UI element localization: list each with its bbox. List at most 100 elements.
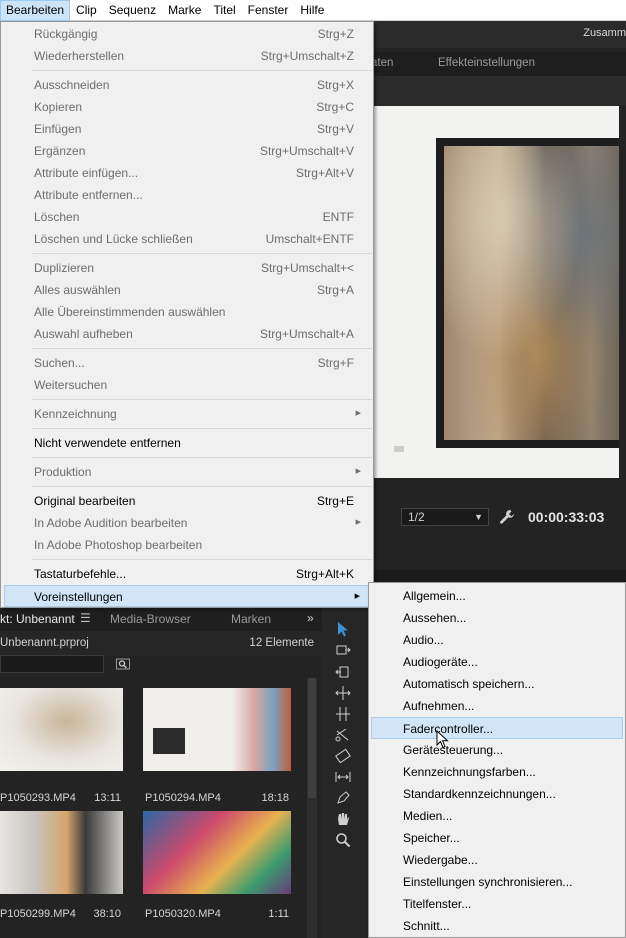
overflow-tabs-icon[interactable]: »	[307, 611, 314, 625]
menu-item-remove-attributes[interactable]: Attribute entfernen...	[4, 184, 370, 206]
hand-tool-icon[interactable]	[334, 810, 352, 828]
menu-item-edit-in-photoshop[interactable]: In Adobe Photoshop bearbeiten	[4, 534, 370, 556]
tab-media-browser[interactable]: Media-Browser	[110, 612, 191, 626]
submenu-item-label-colors[interactable]: Kennzeichnungsfarben...	[371, 761, 623, 783]
menu-item-deselect-all[interactable]: Auswahl aufheben Strg+Umschalt+A	[4, 323, 370, 345]
menu-separator	[32, 70, 372, 71]
submenu-item-device-control[interactable]: Gerätesteuerung...	[371, 739, 623, 761]
zoom-tool-icon[interactable]	[334, 831, 352, 849]
menu-hilfe[interactable]: Hilfe	[294, 0, 330, 21]
selection-tool-icon[interactable]	[334, 620, 352, 638]
menu-item-paste[interactable]: Einfügen Strg+V	[4, 118, 370, 140]
menu-separator	[32, 559, 372, 560]
panel-menu-icon[interactable]: ☰	[80, 611, 91, 625]
menu-clip[interactable]: Clip	[70, 0, 103, 21]
razor-tool-icon[interactable]	[334, 726, 352, 744]
menu-item-shortcut: Strg+E	[316, 494, 354, 508]
playback-resolution-select[interactable]: 1/2 ▼	[401, 508, 489, 526]
menu-titel[interactable]: Titel	[207, 0, 241, 21]
submenu-arrow-icon: ▶	[355, 519, 361, 526]
item-count: 12 Elemente	[249, 637, 314, 649]
menu-item-select-all-matching[interactable]: Alle Übereinstimmenden auswählen	[4, 301, 370, 323]
submenu-item-label: Wiedergabe...	[403, 853, 478, 867]
menu-item-preferences[interactable]: Voreinstellungen ▶	[4, 585, 370, 607]
slide-tool-icon[interactable]	[334, 768, 352, 786]
slip-tool-icon[interactable]	[334, 747, 352, 765]
submenu-item-titler[interactable]: Titelfenster...	[371, 893, 623, 915]
menu-item-production[interactable]: Produktion ▶	[4, 461, 370, 483]
menu-item-undo[interactable]: Rückgängig Strg+Z	[4, 23, 370, 45]
project-thumbnails: P1050293.MP4 13:11 P1050294.MP4 18:18 P1…	[0, 678, 322, 938]
rolling-edit-tool-icon[interactable]	[334, 684, 352, 702]
submenu-item-label-defaults[interactable]: Standardkennzeichnungen...	[371, 783, 623, 805]
mouse-cursor-icon	[436, 730, 449, 749]
menu-bearbeiten[interactable]: Bearbeiten	[0, 0, 71, 21]
menu-item-label: Attribute einfügen...	[34, 166, 139, 180]
menu-marke[interactable]: Marke	[162, 0, 207, 21]
menu-item-select-all[interactable]: Alles auswählen Strg+A	[4, 279, 370, 301]
menu-item-shortcut: Strg+V	[316, 122, 354, 136]
menu-item-remove-unused[interactable]: Nicht verwendete entfernen	[4, 432, 370, 454]
menu-item-ripple-delete[interactable]: Löschen und Lücke schließen Umschalt+ENTF	[4, 228, 370, 250]
painting-canvas	[444, 146, 619, 440]
tab-metadaten-partial[interactable]: aten	[371, 57, 393, 69]
project-scrollbar[interactable]	[307, 678, 317, 938]
menu-item-duplicate[interactable]: Duplizieren Strg+Umschalt+<	[4, 257, 370, 279]
menu-item-redo[interactable]: Wiederherstellen Strg+Umschalt+Z	[4, 45, 370, 67]
menu-item-label: Ausschneiden	[34, 78, 110, 92]
menu-item-edit-original[interactable]: Original bearbeiten Strg+E	[4, 490, 370, 512]
submenu-item-appearance[interactable]: Aussehen...	[371, 607, 623, 629]
menu-item-label: Wiederherstellen	[34, 49, 125, 63]
track-select-tool-icon[interactable]	[334, 641, 352, 659]
clip-thumbnail[interactable]	[0, 688, 123, 771]
clip-thumbnail[interactable]	[143, 811, 291, 894]
tab-project[interactable]: kt: Unbenannt	[0, 612, 75, 626]
tab-marken[interactable]: Marken	[231, 612, 271, 626]
ripple-edit-tool-icon[interactable]	[334, 663, 352, 681]
submenu-item-trim[interactable]: Schnitt...	[371, 915, 623, 937]
submenu-item-capture[interactable]: Aufnehmen...	[371, 695, 623, 717]
menu-item-copy[interactable]: Kopieren Strg+C	[4, 96, 370, 118]
clip-thumbnail[interactable]	[0, 811, 123, 894]
menu-item-paste-insert[interactable]: Ergänzen Strg+Umschalt+V	[4, 140, 370, 162]
menu-item-label: Tastaturbefehle...	[34, 567, 127, 581]
menu-item-label: Ergänzen	[34, 144, 86, 158]
menu-item-find[interactable]: Suchen... Strg+F	[4, 352, 370, 374]
search-bin-icon[interactable]	[116, 657, 130, 671]
submenu-item-sync-settings[interactable]: Einstellungen synchronisieren...	[371, 871, 623, 893]
submenu-item-auto-save[interactable]: Automatisch speichern...	[371, 673, 623, 695]
submenu-item-media[interactable]: Medien...	[371, 805, 623, 827]
submenu-item-audio[interactable]: Audio...	[371, 629, 623, 651]
menu-item-cut[interactable]: Ausschneiden Strg+X	[4, 74, 370, 96]
clip-duration: 1:11	[268, 908, 289, 920]
tab-effekteinstellungen[interactable]: Effekteinstellungen	[438, 57, 535, 69]
menu-separator	[32, 399, 372, 400]
menu-item-find-next[interactable]: Weitersuchen	[4, 374, 370, 396]
menu-item-label: Suchen...	[34, 356, 85, 370]
menu-fenster[interactable]: Fenster	[242, 0, 295, 21]
menu-item-edit-in-audition[interactable]: In Adobe Audition bearbeiten ▶	[4, 512, 370, 534]
menu-item-shortcut: Strg+Umschalt+A	[259, 327, 354, 341]
workspace-label[interactable]: Zusamm	[583, 27, 626, 39]
submenu-item-playback[interactable]: Wiedergabe...	[371, 849, 623, 871]
edit-menu: Rückgängig Strg+Z Wiederherstellen Strg+Um…	[0, 21, 374, 608]
menu-item-label-submenu[interactable]: Kennzeichnung ▶	[4, 403, 370, 425]
menu-item-label: Original bearbeiten	[34, 494, 136, 508]
menu-item-shortcut: Strg+Umschalt+V	[259, 144, 354, 158]
menu-item-clear[interactable]: Löschen ENTF	[4, 206, 370, 228]
menu-item-keyboard-shortcuts[interactable]: Tastaturbefehle... Strg+Alt+K	[4, 563, 370, 585]
rate-stretch-tool-icon[interactable]	[334, 705, 352, 723]
project-search-input[interactable]	[0, 655, 104, 673]
clip-thumbnail[interactable]	[143, 688, 291, 771]
scrollbar-thumb[interactable]	[308, 678, 316, 798]
submenu-item-control-surface[interactable]: Fadercontroller...	[371, 717, 623, 739]
menu-item-paste-attributes[interactable]: Attribute einfügen... Strg+Alt+V	[4, 162, 370, 184]
menu-sequenz[interactable]: Sequenz	[103, 0, 162, 21]
submenu-item-general[interactable]: Allgemein...	[371, 585, 623, 607]
submenu-item-audio-hardware[interactable]: Audiogeräte...	[371, 651, 623, 673]
submenu-item-memory[interactable]: Speicher...	[371, 827, 623, 849]
wrench-icon[interactable]	[499, 509, 515, 525]
submenu-item-label: Medien...	[403, 809, 453, 823]
submenu-item-label: Allgemein...	[403, 589, 466, 603]
pen-tool-icon[interactable]	[334, 789, 352, 807]
